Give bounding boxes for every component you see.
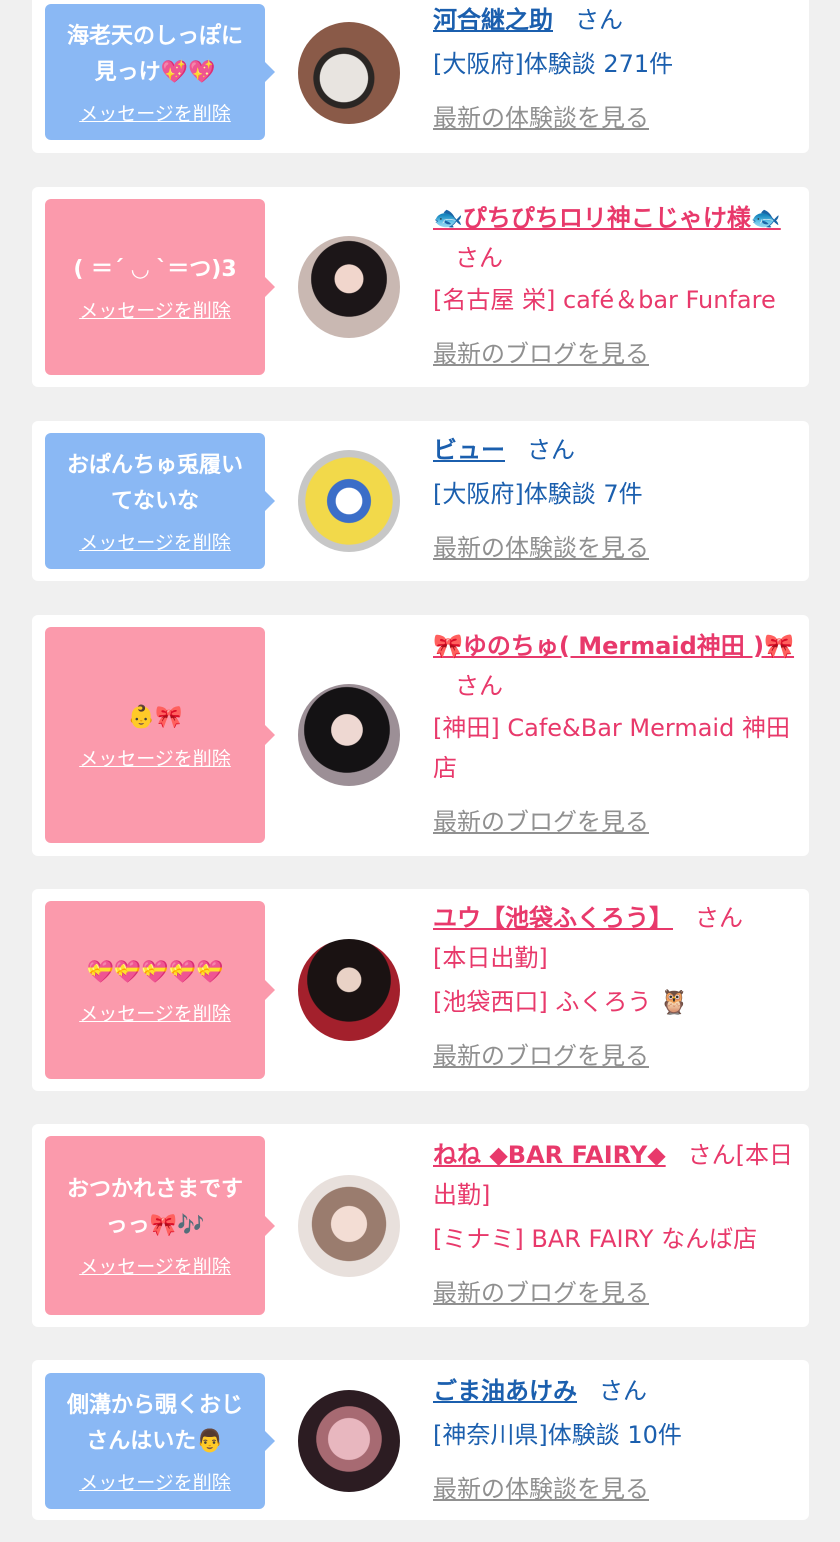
user-detail: [神奈川県]体験談 10件 [433,1421,682,1449]
message-bubble: おぱんちゅ兎履い てないな メッセージを削除 [45,433,275,569]
message-card: 💝💝💝💝💝 メッセージを削除 ユウ【池袋ふくろう】 さん [本日出勤] [池袋西口… [32,889,809,1091]
message-text: ( ＝ˊ ◡ ˋ＝つ)3 [73,256,237,282]
message-bubble: 💝💝💝💝💝 メッセージを削除 [45,901,275,1079]
message-text: 海老天のしっぽに 見っけ💖💖 [66,23,243,85]
shop-detail: [神田] Cafe&Bar Mermaid 神田店 [433,714,790,782]
latest-blog-link[interactable]: 最新のブログを見る [433,1273,649,1313]
latest-blog-link[interactable]: 最新のブログを見る [433,1036,649,1076]
message-card: おつかれさまです っっ🎀🎶 メッセージを削除 ねね ◆BAR FAIRY◆ さん [… [32,1124,809,1327]
delete-message-link[interactable]: メッセージを削除 [79,296,231,323]
message-text: 側溝から覗くおじ さんはいた👨 [66,1392,243,1454]
honorific: さん [575,6,623,34]
message-card: 側溝から覗くおじ さんはいた👨 メッセージを削除 ごま油あけみ さん [神奈川県]… [32,1360,809,1520]
latest-reviews-link[interactable]: 最新の体験談を見る [433,528,649,568]
user-name-link[interactable]: ユウ【池袋ふくろう】 [433,904,673,932]
honorific: さん [455,244,503,272]
avatar[interactable] [298,450,400,552]
user-detail: [大阪府]体験談 7件 [433,480,643,508]
message-bubble: 海老天のしっぽに 見っけ💖💖 メッセージを削除 [45,4,275,140]
avatar[interactable] [298,684,400,786]
latest-reviews-link[interactable]: 最新の体験談を見る [433,1469,649,1509]
message-bubble: 側溝から覗くおじ さんはいた👨 メッセージを削除 [45,1373,275,1509]
avatar[interactable] [298,236,400,338]
delete-message-link[interactable]: メッセージを削除 [79,999,231,1026]
shop-detail: [池袋西口] ふくろう 🦉 [433,988,689,1016]
message-bubble: おつかれさまです っっ🎀🎶 メッセージを削除 [45,1136,275,1315]
message-bubble: ( ＝ˊ ◡ ˋ＝つ)3 メッセージを削除 [45,199,275,375]
user-name-link[interactable]: ねね ◆BAR FAIRY◆ [433,1141,666,1169]
honorific: さん [695,904,743,932]
user-name-link[interactable]: 🎀ゆのちゅ( Mermaid神田 )🎀 [433,632,794,660]
message-bubble: 👶🎀 メッセージを削除 [45,627,275,843]
work-status: [本日出勤] [433,944,548,972]
avatar[interactable] [298,939,400,1041]
message-text: 👶🎀 [127,704,183,730]
avatar[interactable] [298,22,400,124]
user-name-link[interactable]: 🐟ぴちぴちロリ神こじゃけ様🐟 [433,204,781,232]
shop-detail: [名古屋 栄] café＆bar Funfare [433,286,776,314]
latest-reviews-link[interactable]: 最新の体験談を見る [433,98,649,138]
message-card: おぱんちゅ兎履い てないな メッセージを削除 ビュー さん [大阪府]体験談 7件… [32,421,809,581]
user-name-link[interactable]: 河合継之助 [433,6,553,34]
message-text: おつかれさまです っっ🎀🎶 [66,1177,243,1238]
honorific: さん [455,672,503,700]
shop-detail: [ミナミ] BAR FAIRY なんば店 [433,1225,758,1253]
avatar[interactable] [298,1175,400,1277]
user-detail: [大阪府]体験談 271件 [433,50,674,78]
user-name-link[interactable]: ビュー [433,436,505,464]
avatar[interactable] [298,1390,400,1492]
message-text: 💝💝💝💝💝 [86,959,224,985]
user-name-link[interactable]: ごま油あけみ [433,1377,577,1405]
delete-message-link[interactable]: メッセージを削除 [79,1468,231,1495]
delete-message-link[interactable]: メッセージを削除 [79,744,231,771]
delete-message-link[interactable]: メッセージを削除 [79,528,231,555]
delete-message-link[interactable]: メッセージを削除 [79,1252,231,1279]
honorific: さん [527,436,575,464]
latest-blog-link[interactable]: 最新のブログを見る [433,802,649,842]
delete-message-link[interactable]: メッセージを削除 [79,99,231,126]
message-text: おぱんちゅ兎履い てないな [66,452,243,514]
message-card: 👶🎀 メッセージを削除 🎀ゆのちゅ( Mermaid神田 )🎀 さん [神田] C… [32,615,809,856]
message-card: ( ＝ˊ ◡ ˋ＝つ)3 メッセージを削除 🐟ぴちぴちロリ神こじゃけ様🐟 さん [… [32,187,809,387]
honorific: さん [599,1377,647,1405]
message-card: 海老天のしっぽに 見っけ💖💖 メッセージを削除 河合継之助 さん [大阪府]体験談… [32,0,809,153]
honorific: さん [687,1141,736,1169]
latest-blog-link[interactable]: 最新のブログを見る [433,334,649,374]
